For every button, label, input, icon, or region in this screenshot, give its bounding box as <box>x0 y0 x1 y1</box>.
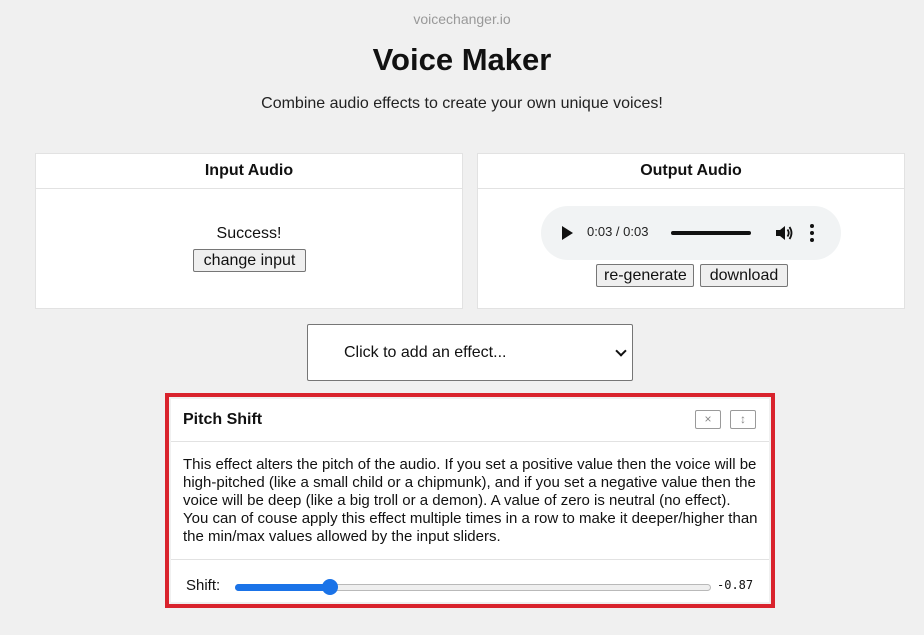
page-title: Voice Maker <box>372 42 552 77</box>
close-icon[interactable]: × <box>695 410 721 429</box>
site-name: voicechanger.io <box>413 11 511 27</box>
output-audio-panel: Output Audio 0:03 / 0:03 re-generate dow… <box>477 153 905 309</box>
shift-label: Shift: <box>186 577 221 594</box>
input-audio-header: Input Audio <box>36 154 462 189</box>
chevron-down-icon <box>615 345 627 357</box>
player-time: 0:03 / 0:03 <box>587 224 649 239</box>
regenerate-button[interactable]: re-generate <box>596 264 694 287</box>
input-audio-panel: Input Audio Success! change input <box>35 153 463 309</box>
input-status: Success! <box>216 225 282 242</box>
player-progress-bar[interactable] <box>671 231 751 235</box>
audio-player[interactable]: 0:03 / 0:03 <box>541 206 841 260</box>
play-icon[interactable] <box>562 226 573 240</box>
add-effect-select[interactable]: Click to add an effect... <box>307 324 633 381</box>
pitch-shift-effect-card: Pitch Shift × ↕ This effect alters the p… <box>171 399 769 602</box>
more-options-icon[interactable] <box>807 222 817 244</box>
effect-title: Pitch Shift <box>183 411 263 428</box>
page-subtitle: Combine audio effects to create your own… <box>261 95 663 112</box>
effect-card-header: Pitch Shift × ↕ <box>171 399 769 442</box>
reorder-icon[interactable]: ↕ <box>730 410 756 429</box>
shift-slider-fill <box>235 584 331 591</box>
effect-description: This effect alters the pitch of the audi… <box>183 456 758 545</box>
add-effect-select-value: Click to add an effect... <box>344 344 507 361</box>
output-audio-header: Output Audio <box>478 154 904 189</box>
volume-icon[interactable] <box>774 223 794 243</box>
download-button[interactable]: download <box>700 264 788 287</box>
shift-slider-thumb[interactable] <box>322 579 339 595</box>
change-input-button[interactable]: change input <box>193 249 306 272</box>
shift-value: -0.87 <box>717 578 754 592</box>
effect-card-footer: Shift: -0.87 <box>171 559 769 602</box>
